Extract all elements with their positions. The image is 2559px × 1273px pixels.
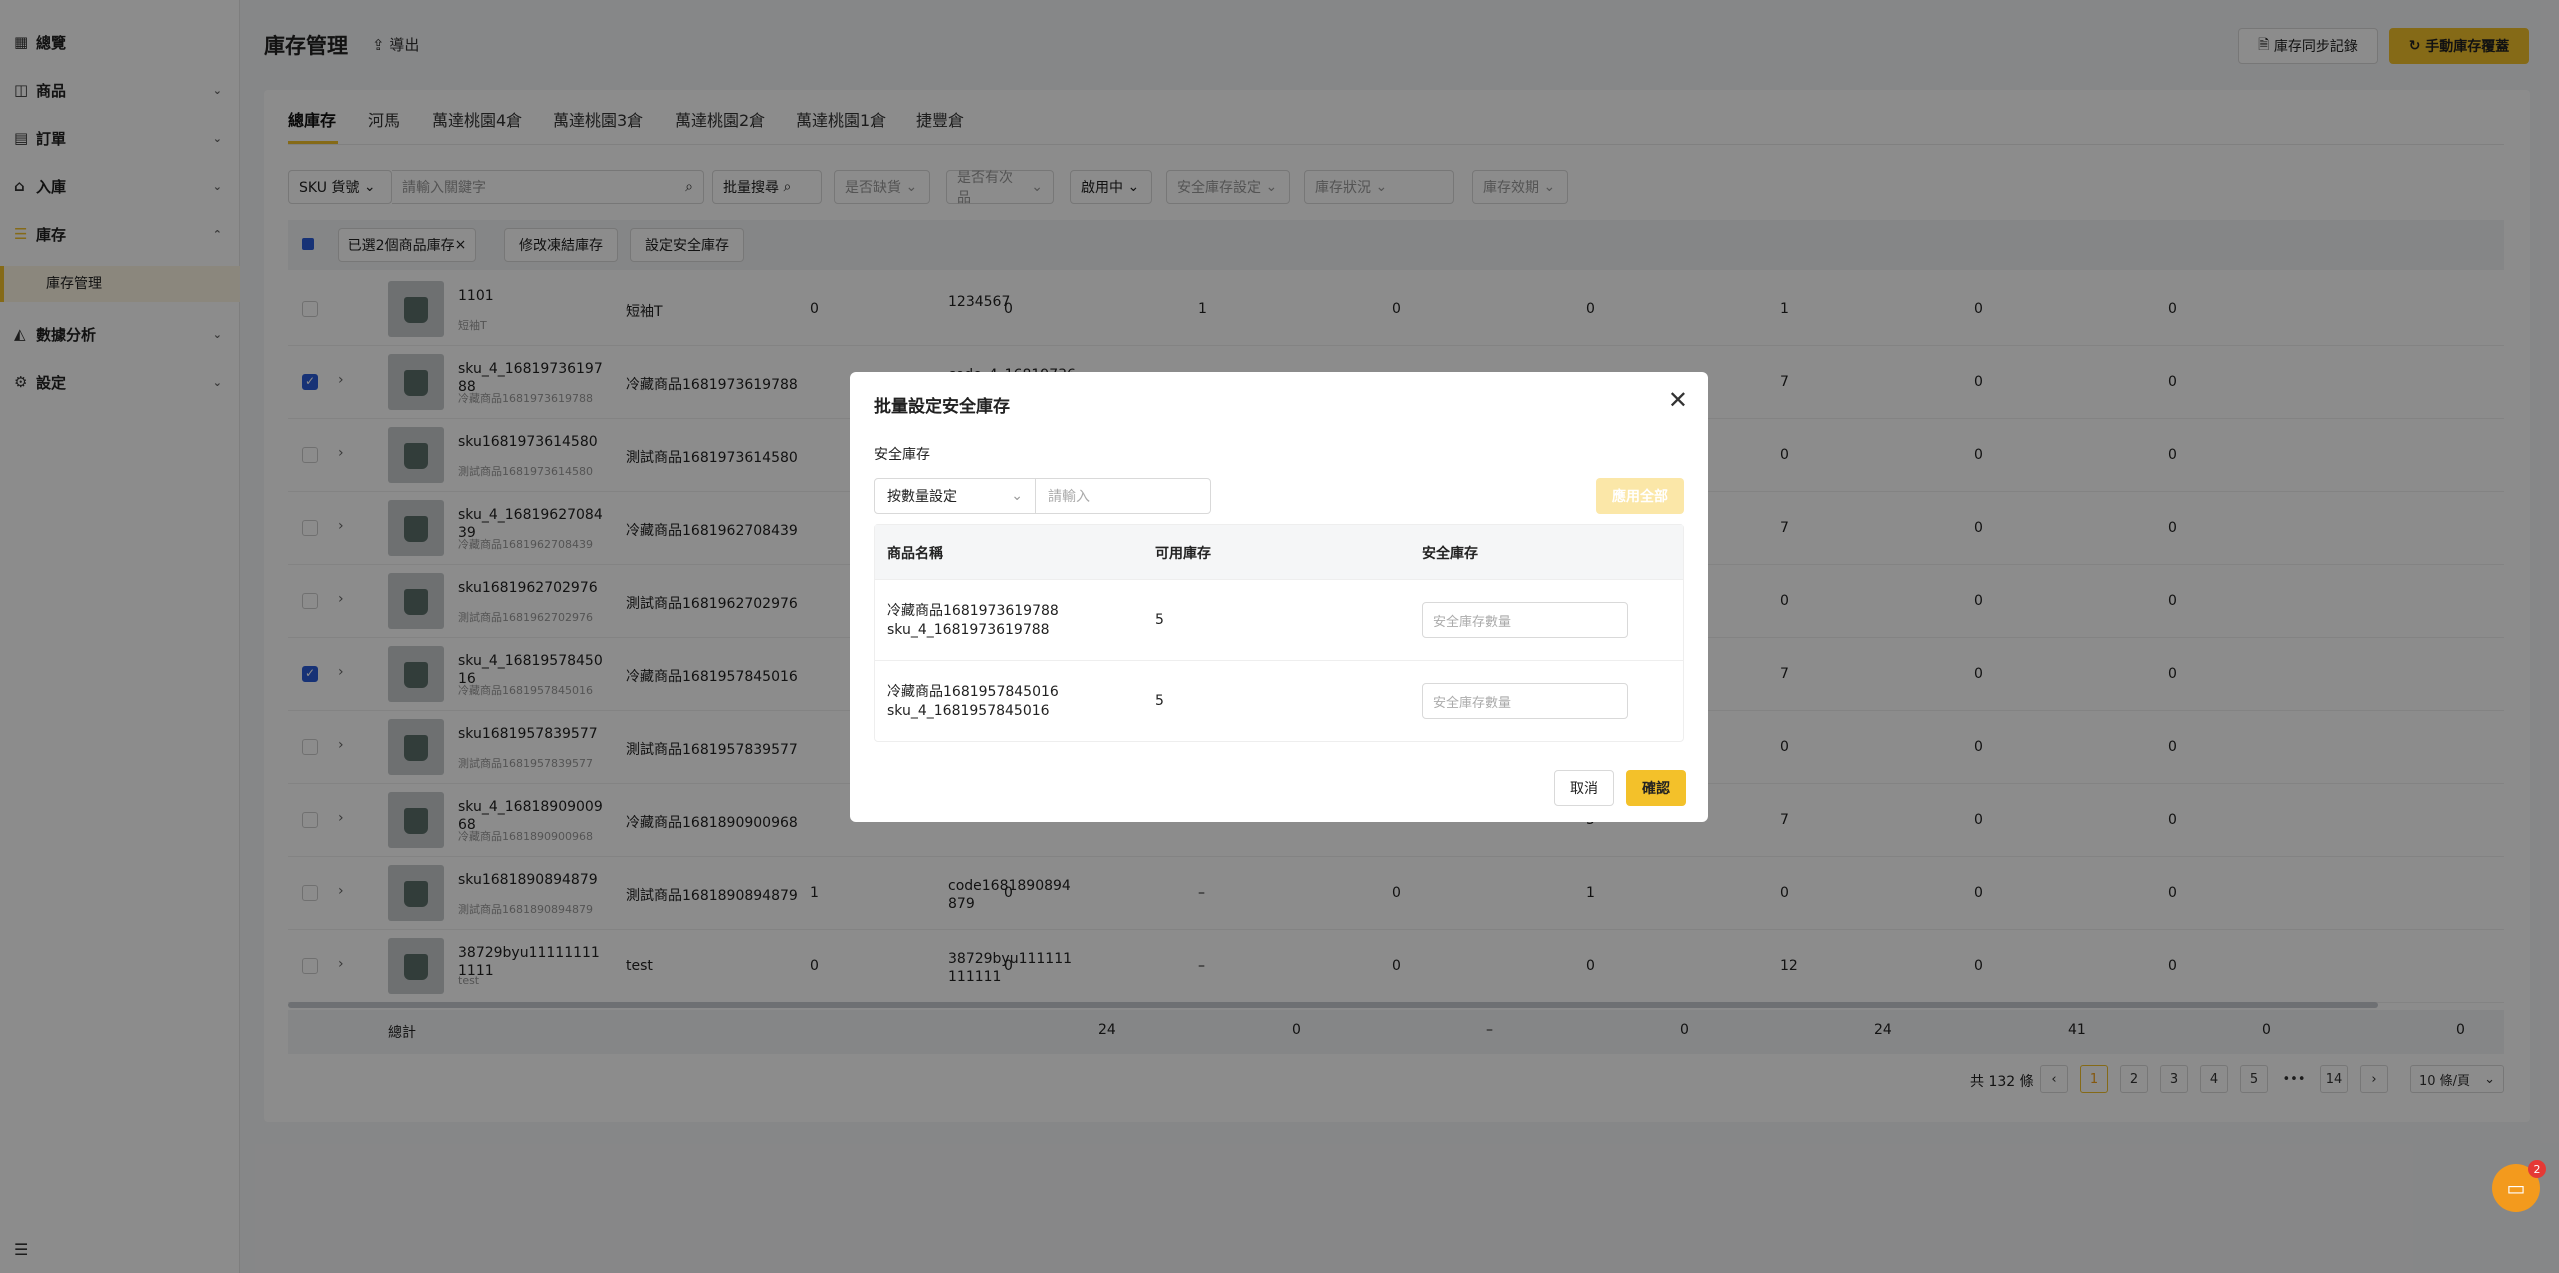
col-name: 商品名稱	[887, 546, 943, 562]
product-sku: sku_4_1681973619788	[887, 622, 1050, 638]
modal-table: 商品名稱 可用庫存 安全庫存 冷藏商品1681973619788 sku_4_1…	[874, 524, 1684, 742]
safety-stock-input[interactable]: 安全庫存數量	[1422, 602, 1628, 638]
notification-badge: 2	[2528, 1160, 2546, 1178]
bulk-value-input[interactable]: 請輸入	[1035, 478, 1211, 514]
col-available: 可用庫存	[1155, 546, 1211, 562]
available-stock: 5	[1155, 693, 1164, 709]
available-stock: 5	[1155, 612, 1164, 628]
product-name: 冷藏商品1681957845016	[887, 684, 1059, 700]
product-name: 冷藏商品1681973619788	[887, 603, 1059, 619]
product-sku: sku_4_1681957845016	[887, 703, 1050, 719]
chat-launcher-button[interactable]: ▭ 2	[2492, 1160, 2546, 1212]
col-safety: 安全庫存	[1422, 546, 1478, 562]
close-icon[interactable]: ✕	[1668, 386, 1688, 414]
modal-table-row: 冷藏商品1681957845016 sku_4_1681957845016 5 …	[875, 660, 1683, 741]
modal-table-row: 冷藏商品1681973619788 sku_4_1681973619788 5 …	[875, 579, 1683, 660]
chat-icon: ▭	[2506, 1176, 2526, 1200]
safety-stock-label: 安全庫存	[874, 447, 930, 463]
modal-table-header: 商品名稱 可用庫存 安全庫存	[875, 525, 1683, 579]
cancel-button[interactable]: 取消	[1554, 770, 1614, 806]
batch-safety-stock-modal: 批量設定安全庫存 ✕ 安全庫存 按數量設定 ⌄ 請輸入 應用全部 商品名稱 可用庫…	[850, 372, 1708, 822]
confirm-button[interactable]: 確認	[1626, 770, 1686, 806]
chevron-down-icon: ⌄	[1011, 488, 1023, 504]
mode-select[interactable]: 按數量設定 ⌄	[874, 478, 1036, 514]
modal-title: 批量設定安全庫存	[874, 397, 1010, 417]
apply-all-button[interactable]: 應用全部	[1596, 478, 1684, 514]
safety-stock-input[interactable]: 安全庫存數量	[1422, 683, 1628, 719]
